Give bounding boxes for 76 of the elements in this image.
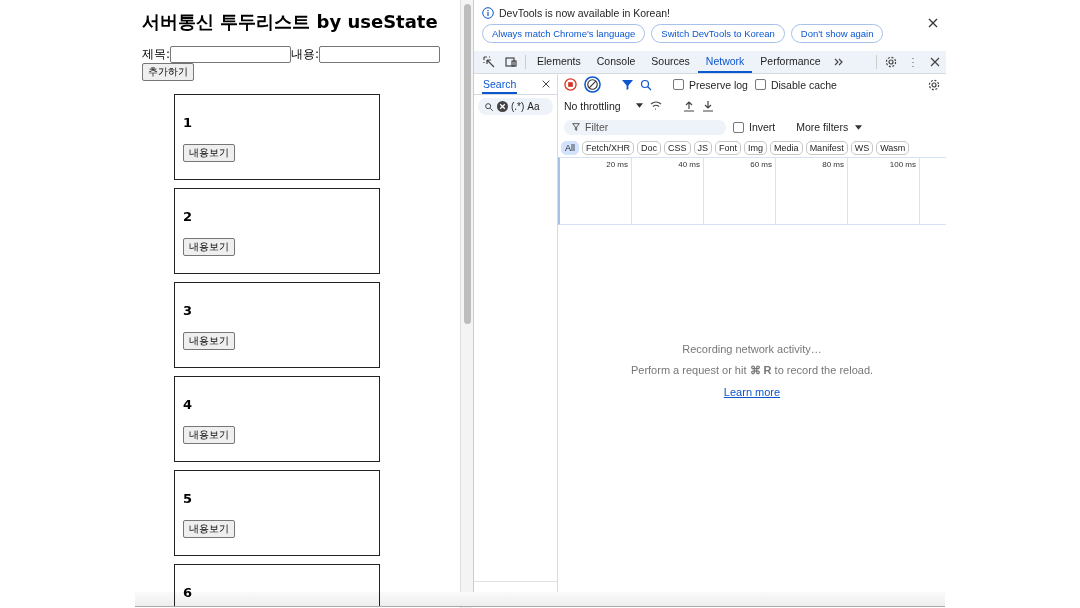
match-case-toggle[interactable]: Aa [527,101,540,112]
invert-checkbox[interactable]: Invert [733,121,776,133]
type-filter-chip[interactable]: WS [850,140,874,155]
devtools-tab[interactable]: Performance [752,51,829,73]
todo-title: 5 [183,491,194,506]
view-content-button[interactable]: 내용보기 [183,238,235,256]
time-tick-label: 100 ms [889,160,916,169]
record-icon[interactable] [564,78,577,91]
text-field[interactable] [170,46,292,63]
type-filter-chip[interactable]: Wasm [876,140,910,155]
device-toolbar-icon[interactable] [505,56,517,68]
search-icon[interactable] [640,78,652,91]
todo-title: 4 [183,397,194,412]
filter-icon[interactable] [622,79,633,90]
type-filter-chip[interactable]: Fetch/XHR [582,140,635,155]
devtools-tab[interactable]: Elements [529,51,589,73]
time-tick-label: 60 ms [750,160,772,169]
type-filter-chip[interactable]: Img [744,140,768,155]
search-tab[interactable]: Search [482,74,518,94]
time-tick-label: 40 ms [678,160,700,169]
devtools-tab[interactable]: Sources [643,51,698,73]
settings-icon[interactable] [928,78,940,91]
banner-message: DevTools is now available in Korean! [482,7,938,19]
todo-title: 3 [183,303,194,318]
caret-icon [635,103,643,108]
devtools-tab[interactable]: Network [697,51,753,73]
type-filter-chip[interactable]: Font [715,140,742,155]
regex-toggle[interactable]: (.*) [511,101,525,112]
status-message: Recording network activity… [682,343,822,355]
checkbox-option[interactable]: Disable cache [754,78,837,91]
close-icon[interactable] [929,56,941,68]
caret-icon [855,124,863,130]
inspect-icon[interactable] [483,56,495,68]
scrollbar[interactable] [460,0,473,608]
settings-icon[interactable] [885,56,897,68]
todo-title: 6 [183,585,194,600]
time-tick-label: 80 ms [822,160,844,169]
throttling-dropdown[interactable]: No throttling [564,99,621,112]
page-title: 서버통신 투두리스트 by useState [142,10,439,34]
banner-button[interactable]: Always match Chrome's language [482,24,646,43]
clear-icon[interactable] [584,76,601,93]
checkbox-option[interactable]: Preserve log [673,78,748,91]
type-filter-chip[interactable]: CSS [664,140,691,155]
learn-more-link[interactable]: Learn more [723,386,781,398]
banner-button[interactable]: Don't show again [790,24,884,43]
todo-title: 2 [183,209,194,224]
wifi-settings-icon[interactable] [649,99,662,112]
type-filter-chip[interactable]: All [561,140,579,155]
text-field[interactable] [319,46,441,63]
download-icon[interactable] [701,99,714,112]
add-button[interactable]: 추가하기 [142,63,194,81]
search-icon [484,101,494,112]
field-label: 내용: [291,46,320,63]
type-filter-chip[interactable]: JS [693,140,713,155]
more-filters-dropdown[interactable]: More filters [796,121,849,133]
view-content-button[interactable]: 내용보기 [183,426,235,444]
upload-icon[interactable] [682,99,695,112]
close-icon[interactable] [928,18,938,28]
hint-message: Perform a request or hit ⌘ R to record the reload. [630,364,874,377]
filter-icon [572,123,580,131]
search-field[interactable]: (.*) Aa [478,98,553,115]
view-content-button[interactable]: 내용보기 [183,144,235,162]
type-filter-chip[interactable]: Media [770,140,803,155]
type-filter-chip[interactable]: Doc [637,140,662,155]
field-label: 제목: [142,46,171,63]
info-icon [482,7,494,19]
time-tick-label: 20 ms [606,160,628,169]
filter-field[interactable]: Filter [564,119,726,135]
devtools-tab[interactable]: Console [588,51,644,73]
banner-button[interactable]: Switch DevTools to Korean [651,24,785,43]
view-content-button[interactable]: 내용보기 [183,520,235,538]
close-icon[interactable] [541,79,551,89]
type-filter-chip[interactable]: Manifest [805,140,848,155]
view-content-button[interactable]: 내용보기 [183,332,235,350]
clear-icon[interactable] [497,101,508,112]
todo-title: 1 [183,115,194,130]
